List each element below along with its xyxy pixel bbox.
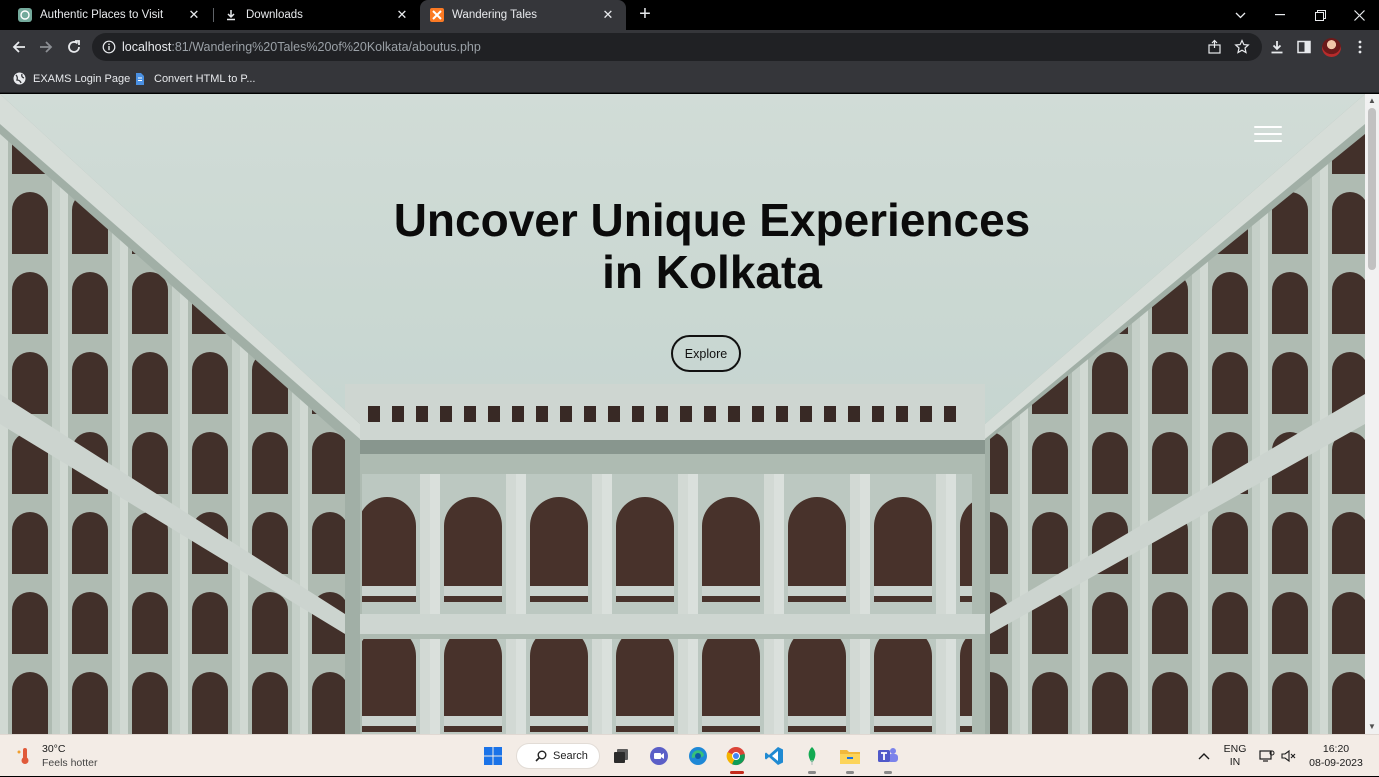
browser-toolbar: localhost:81/Wandering%20Tales%20of%20Ko… xyxy=(0,30,1379,64)
site-info-icon[interactable] xyxy=(102,40,116,54)
weather-temperature: 30°C xyxy=(42,743,66,755)
bookmark-label: Convert HTML to P... xyxy=(154,72,256,85)
running-app-indicator xyxy=(884,771,892,774)
active-app-indicator xyxy=(730,771,744,774)
globe-icon xyxy=(12,72,26,86)
tab-authentic-places[interactable]: Authentic Places to Visit ✕ xyxy=(8,0,212,30)
tab-title: Authentic Places to Visit xyxy=(40,9,164,21)
thermometer-icon xyxy=(17,748,29,764)
teams-icon[interactable] xyxy=(874,742,902,774)
explore-button[interactable]: Explore xyxy=(671,335,741,372)
vscode-icon[interactable] xyxy=(760,742,788,770)
start-icon[interactable] xyxy=(479,742,507,770)
downloads-toolbar-icon[interactable] xyxy=(1265,35,1289,59)
hero-title: Uncover Unique Experiences in Kolkata xyxy=(282,194,1142,298)
address-bar[interactable]: localhost:81/Wandering%20Tales%20of%20Ko… xyxy=(92,33,1262,61)
scroll-down-icon[interactable]: ▼ xyxy=(1368,723,1376,731)
hero-background-image xyxy=(0,94,1365,734)
back-arrow-icon[interactable] xyxy=(7,35,31,59)
tray-overflow-chevron-icon[interactable] xyxy=(1198,735,1210,777)
clock-date: 08-09-2023 xyxy=(1309,757,1363,769)
running-app-indicator xyxy=(808,771,816,774)
edge-icon[interactable] xyxy=(684,742,712,770)
close-icon[interactable]: ✕ xyxy=(600,7,616,23)
bookmark-label: EXAMS Login Page xyxy=(33,72,131,85)
chrome-icon[interactable] xyxy=(722,742,750,774)
new-tab-button[interactable]: + xyxy=(634,4,656,26)
scrollbar-thumb[interactable] xyxy=(1368,108,1376,270)
scroll-up-icon[interactable]: ▲ xyxy=(1368,97,1376,105)
page-scrollbar[interactable]: ▲ ▼ xyxy=(1365,94,1379,734)
system-clock[interactable]: 16:20 08-09-2023 xyxy=(1304,742,1368,770)
hero-title-line2: in Kolkata xyxy=(602,246,822,298)
forward-arrow-icon[interactable] xyxy=(34,35,58,59)
clock-time: 16:20 xyxy=(1322,743,1350,755)
hero-title-line1: Uncover Unique Experiences xyxy=(393,194,1031,246)
volume-muted-icon[interactable] xyxy=(1281,735,1297,777)
hamburger-icon[interactable] xyxy=(1254,126,1282,144)
profile-avatar[interactable] xyxy=(1322,38,1341,57)
close-icon[interactable]: ✕ xyxy=(394,7,410,23)
share-icon[interactable] xyxy=(1207,39,1223,55)
bookmark-star-icon[interactable] xyxy=(1234,39,1250,55)
taskbar-search[interactable]: Search xyxy=(516,743,600,769)
file-explorer-icon[interactable] xyxy=(836,742,864,774)
search-icon xyxy=(535,750,547,762)
bookmark-exams-login[interactable]: EXAMS Login Page xyxy=(12,70,130,87)
tab-strip: Authentic Places to Visit ✕ Downloads ✕ … xyxy=(0,0,1379,30)
url-text[interactable]: localhost:81/Wandering%20Tales%20of%20Ko… xyxy=(122,40,481,54)
bookmarks-bar: EXAMS Login Page Convert HTML to P... xyxy=(0,64,1379,93)
language-line1: ENG xyxy=(1223,743,1247,755)
restore-icon[interactable] xyxy=(1300,0,1340,30)
window-close-icon[interactable] xyxy=(1339,0,1379,30)
windows-taskbar: 30°C Feels hotter Search ENG IN 16:20 08… xyxy=(0,734,1379,776)
url-path: :81/Wandering%20Tales%20of%20Kolkata/abo… xyxy=(171,40,481,54)
kebab-menu-icon[interactable] xyxy=(1348,35,1372,59)
network-icon[interactable] xyxy=(1259,735,1275,777)
mongodb-icon[interactable] xyxy=(798,742,826,774)
minimize-icon[interactable] xyxy=(1260,0,1300,30)
tab-title: Downloads xyxy=(246,9,303,21)
bookmark-convert-html[interactable]: Convert HTML to P... xyxy=(133,70,255,87)
task-view-icon[interactable] xyxy=(607,742,635,770)
download-icon xyxy=(224,8,238,22)
side-panel-icon[interactable] xyxy=(1292,35,1316,59)
running-app-indicator xyxy=(846,771,854,774)
language-indicator[interactable]: ENG IN xyxy=(1222,735,1248,777)
tab-wandering-tales[interactable]: Wandering Tales ✕ xyxy=(420,0,626,30)
openai-icon xyxy=(18,8,32,22)
tab-search-chevron-icon[interactable] xyxy=(1220,0,1260,30)
language-line2: IN xyxy=(1229,756,1241,768)
weather-widget[interactable]: 30°C Feels hotter xyxy=(16,743,97,770)
xampp-icon xyxy=(430,8,444,22)
tab-downloads[interactable]: Downloads ✕ xyxy=(214,0,420,30)
weather-description: Feels hotter xyxy=(42,757,98,769)
page-viewport: Uncover Unique Experiences in Kolkata Ex… xyxy=(0,94,1365,734)
meet-icon[interactable] xyxy=(645,742,673,770)
close-icon[interactable]: ✕ xyxy=(186,7,202,23)
tab-title: Wandering Tales xyxy=(452,9,538,21)
reload-icon[interactable] xyxy=(62,35,86,59)
doc-icon xyxy=(133,72,147,86)
search-label: Search xyxy=(553,750,588,762)
url-host: localhost xyxy=(122,40,172,54)
